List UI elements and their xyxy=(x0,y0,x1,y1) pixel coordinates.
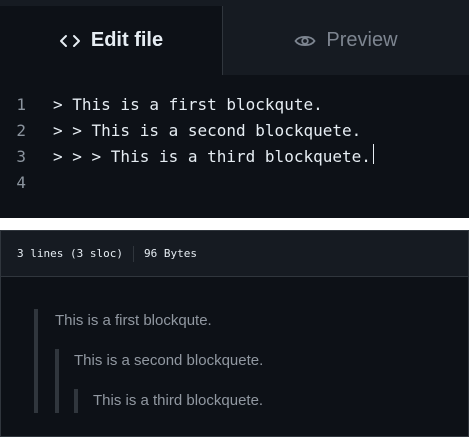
blockquote-text: This is a first blockqute. xyxy=(55,312,212,329)
file-size: 96 Bytes xyxy=(143,247,197,260)
code-line: 2 > > This is a second blockquete. xyxy=(0,118,469,144)
text-cursor xyxy=(372,144,374,164)
divider xyxy=(132,245,134,262)
code-line-text: > > > This is a third blockquete. xyxy=(53,147,371,166)
line-number: 3 xyxy=(16,147,26,166)
code-line: 3 > > > This is a third blockquete. xyxy=(0,144,469,170)
tab-edit-file[interactable]: Edit file xyxy=(0,6,223,75)
code-icon xyxy=(59,33,81,49)
blockquote-text: This is a third blockquete. xyxy=(93,392,264,409)
code-editor[interactable]: 1 > This is a first blockqute. 2 > > Thi… xyxy=(0,92,469,196)
tab-preview-label: Preview xyxy=(326,29,398,51)
tab-bar: Edit file Preview xyxy=(0,0,469,75)
editor-panel: Edit file Preview 1 > This is a first bl… xyxy=(0,0,469,218)
code-line: 4 xyxy=(0,170,469,196)
preview-panel: 3 lines (3 sloc) 96 Bytes This is a firs… xyxy=(0,230,469,437)
tab-preview[interactable]: Preview xyxy=(223,6,469,75)
blockquote-level-2: This is a second blockquete. This is a t… xyxy=(55,349,263,413)
code-line-text: > > This is a second blockquete. xyxy=(53,121,362,140)
blockquote-level-3: This is a third blockquete. xyxy=(74,389,263,413)
line-count: 3 lines (3 sloc) xyxy=(17,247,123,260)
eye-icon xyxy=(294,33,316,49)
tab-edit-file-label: Edit file xyxy=(90,29,164,51)
code-line-text: > This is a first blockqute. xyxy=(53,95,323,114)
blockquote-text: This is a second blockquete. xyxy=(74,352,264,369)
line-number: 1 xyxy=(16,95,26,114)
line-number: 2 xyxy=(16,121,26,140)
line-number: 4 xyxy=(16,173,26,192)
file-info-bar: 3 lines (3 sloc) 96 Bytes xyxy=(1,231,468,277)
blockquote-level-1: This is a first blockqute. This is a sec… xyxy=(34,309,263,413)
code-line: 1 > This is a first blockqute. xyxy=(0,92,469,118)
